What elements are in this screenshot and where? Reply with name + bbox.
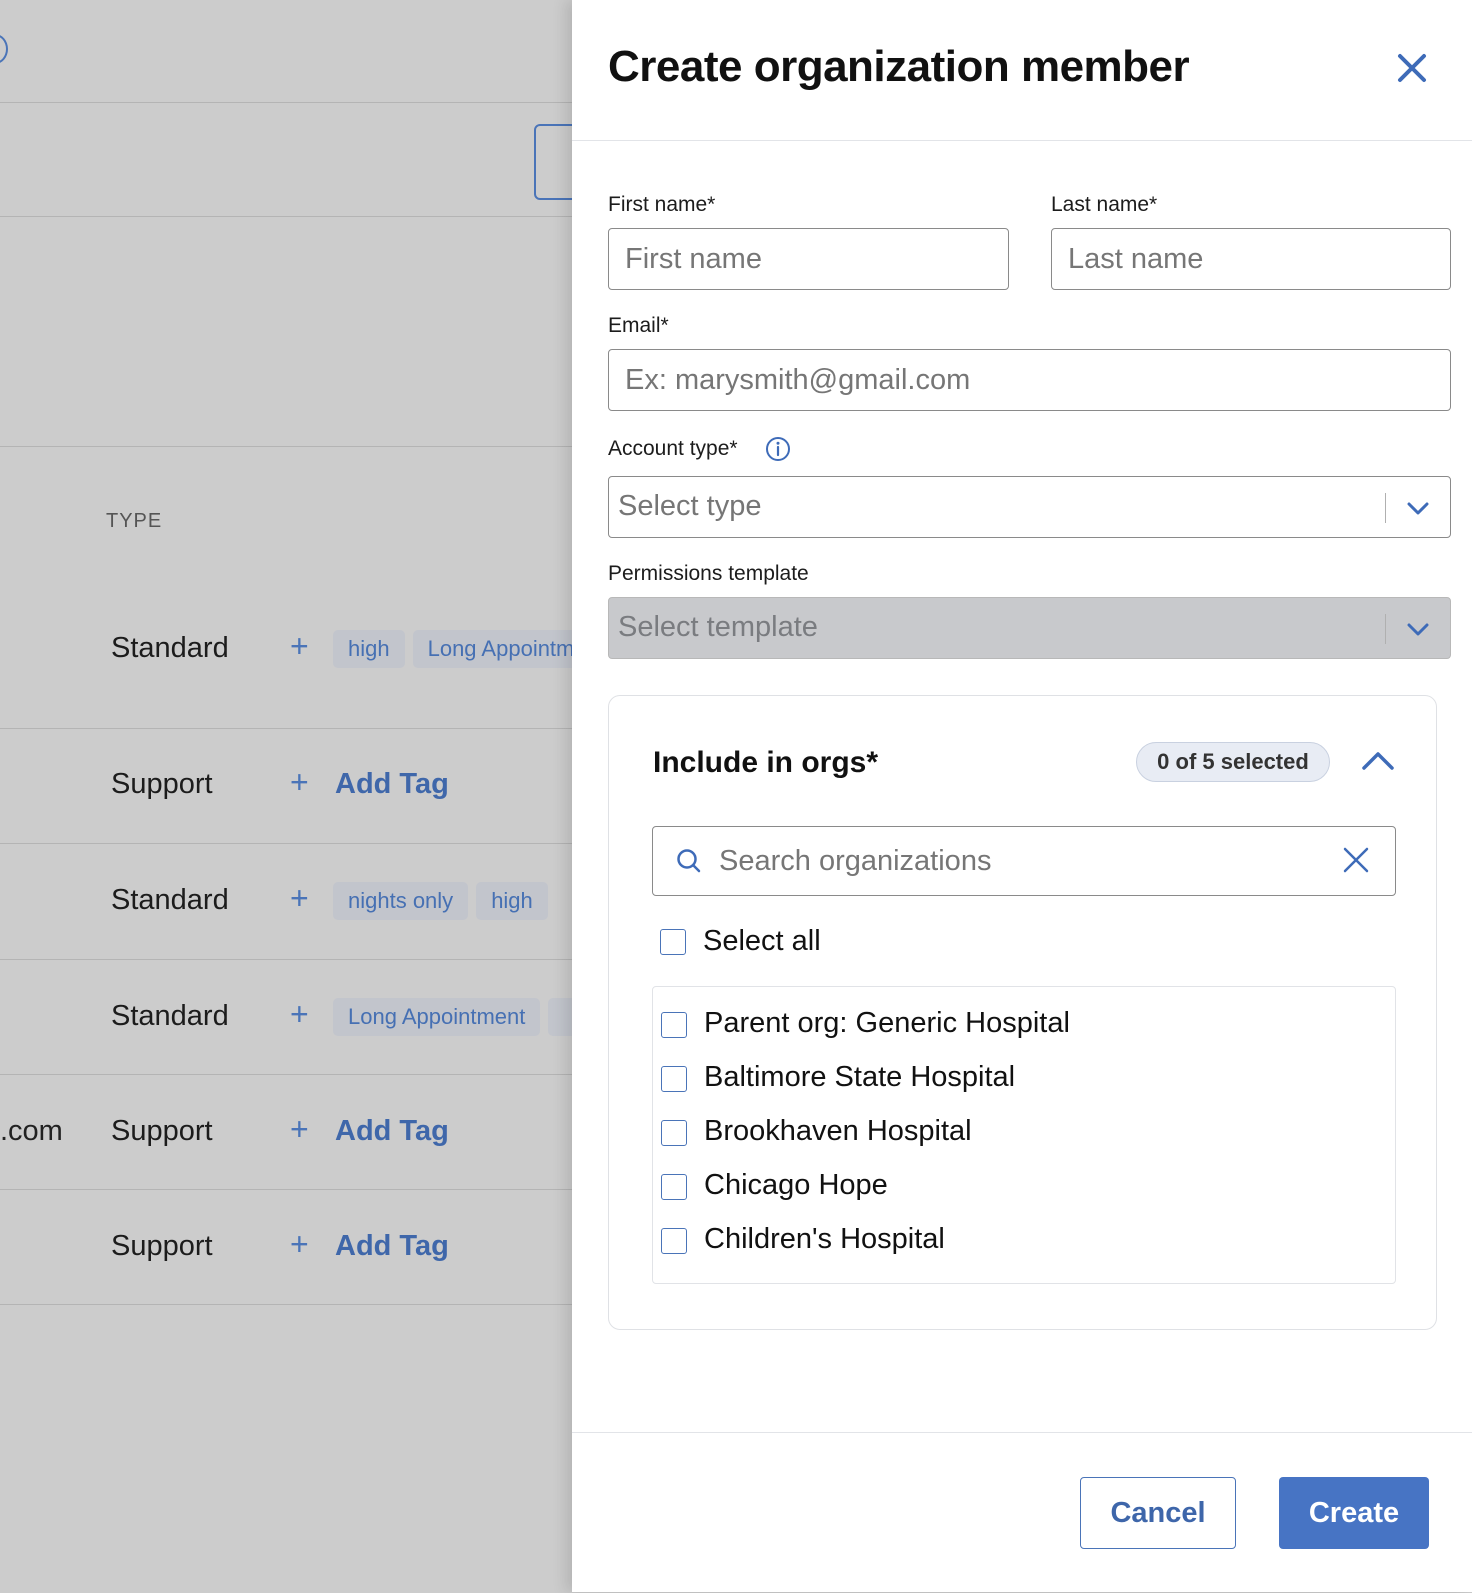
orgs-title: Include in orgs* bbox=[653, 746, 879, 779]
org-search-field[interactable] bbox=[652, 826, 1396, 896]
add-tag-link: Add Tag bbox=[335, 1230, 449, 1262]
divider bbox=[0, 1189, 572, 1190]
tag: nights only bbox=[333, 882, 469, 920]
plus-icon: + bbox=[290, 1111, 309, 1147]
table-row: Standard + nights only high bbox=[0, 872, 572, 932]
info-icon[interactable] bbox=[765, 436, 791, 462]
close-icon bbox=[1398, 54, 1426, 82]
first-name-input[interactable] bbox=[608, 228, 1009, 290]
org-label: Parent org: Generic Hospital bbox=[704, 1007, 1070, 1039]
tag-list: high Long Appointm bbox=[333, 630, 572, 668]
permissions-template-placeholder: Select template bbox=[618, 611, 818, 643]
select-all-checkbox[interactable] bbox=[660, 929, 686, 955]
tag-list: nights only high bbox=[333, 882, 548, 920]
org-label: Children's Hospital bbox=[704, 1223, 945, 1255]
divider bbox=[0, 216, 572, 217]
tag bbox=[548, 998, 572, 1036]
email-cell: .com bbox=[0, 1115, 63, 1147]
close-button[interactable] bbox=[1392, 48, 1432, 88]
chevron-down-icon bbox=[1407, 502, 1429, 515]
create-member-drawer: Create organization member First name* L… bbox=[572, 0, 1472, 1592]
email-input[interactable] bbox=[608, 349, 1451, 411]
email-label: Email* bbox=[608, 314, 669, 337]
permissions-template-select: Select template bbox=[608, 597, 1451, 659]
drawer-footer: Cancel Create bbox=[572, 1432, 1472, 1593]
column-header-type: TYPE bbox=[106, 510, 163, 532]
chevron-up-icon bbox=[1362, 752, 1394, 770]
tag: Long Appointm bbox=[412, 630, 572, 668]
type-cell: Standard bbox=[111, 632, 229, 664]
tag: Long Appointment bbox=[333, 998, 541, 1036]
org-checkbox[interactable] bbox=[661, 1228, 687, 1254]
partial-icon bbox=[0, 34, 8, 64]
select-all-label: Select all bbox=[703, 925, 821, 957]
divider bbox=[0, 1304, 572, 1305]
table-row: Support + Add Tag bbox=[0, 756, 572, 816]
chevron-down-icon bbox=[1407, 623, 1429, 636]
select-separator bbox=[1384, 614, 1386, 644]
add-tag-link: Add Tag bbox=[335, 1115, 449, 1147]
org-label: Baltimore State Hospital bbox=[704, 1061, 1016, 1093]
tag: high bbox=[333, 630, 405, 668]
partial-button bbox=[534, 124, 572, 200]
type-cell: Support bbox=[111, 1230, 213, 1262]
tag-list: Long Appointment bbox=[333, 998, 572, 1036]
last-name-input[interactable] bbox=[1051, 228, 1451, 290]
account-type-label: Account type* bbox=[608, 437, 738, 460]
tag: high bbox=[476, 882, 548, 920]
org-list: Parent org: Generic Hospital Baltimore S… bbox=[652, 986, 1396, 1284]
plus-icon: + bbox=[290, 880, 309, 916]
org-label: Chicago Hope bbox=[704, 1169, 888, 1201]
last-name-label: Last name* bbox=[1051, 193, 1158, 216]
org-checkbox[interactable] bbox=[661, 1012, 687, 1038]
select-separator bbox=[1384, 493, 1386, 523]
divider bbox=[0, 843, 572, 844]
account-type-placeholder: Select type bbox=[618, 490, 762, 522]
plus-icon: + bbox=[290, 628, 309, 664]
drawer-header: Create organization member bbox=[572, 0, 1472, 141]
collapse-orgs-button[interactable] bbox=[1359, 746, 1397, 776]
divider bbox=[0, 728, 572, 729]
account-type-select[interactable]: Select type bbox=[608, 476, 1451, 538]
org-search-input[interactable] bbox=[717, 837, 1311, 885]
org-checkbox[interactable] bbox=[661, 1120, 687, 1146]
plus-icon: + bbox=[290, 1226, 309, 1262]
cancel-button[interactable]: Cancel bbox=[1080, 1477, 1236, 1549]
type-cell: Standard bbox=[111, 1000, 229, 1032]
search-icon bbox=[677, 849, 701, 873]
type-cell: Support bbox=[111, 1115, 213, 1147]
clear-search-icon[interactable] bbox=[1341, 845, 1371, 875]
drawer-title: Create organization member bbox=[608, 42, 1190, 91]
divider bbox=[0, 1074, 572, 1075]
table-row: Standard + Long Appointment bbox=[0, 988, 572, 1048]
divider bbox=[0, 446, 572, 447]
plus-icon: + bbox=[290, 764, 309, 800]
table-row: Standard + high Long Appointm bbox=[0, 620, 572, 680]
table-row: Support + Add Tag bbox=[0, 1218, 572, 1278]
org-checkbox[interactable] bbox=[661, 1174, 687, 1200]
org-checkbox[interactable] bbox=[661, 1066, 687, 1092]
type-cell: Support bbox=[111, 768, 213, 800]
divider bbox=[0, 959, 572, 960]
plus-icon: + bbox=[290, 996, 309, 1032]
org-label: Brookhaven Hospital bbox=[704, 1115, 972, 1147]
table-row: .com Support + Add Tag bbox=[0, 1103, 572, 1163]
divider bbox=[0, 102, 572, 103]
add-tag-link: Add Tag bbox=[335, 768, 449, 800]
selection-count-badge: 0 of 5 selected bbox=[1136, 742, 1330, 782]
type-cell: Standard bbox=[111, 884, 229, 916]
permissions-template-label: Permissions template bbox=[608, 562, 809, 585]
background-page: TYPE Standard + high Long Appointm Suppo… bbox=[0, 0, 572, 1592]
first-name-label: First name* bbox=[608, 193, 716, 216]
include-in-orgs-panel: Include in orgs* 0 of 5 selected Select … bbox=[608, 695, 1437, 1330]
create-button[interactable]: Create bbox=[1279, 1477, 1429, 1549]
